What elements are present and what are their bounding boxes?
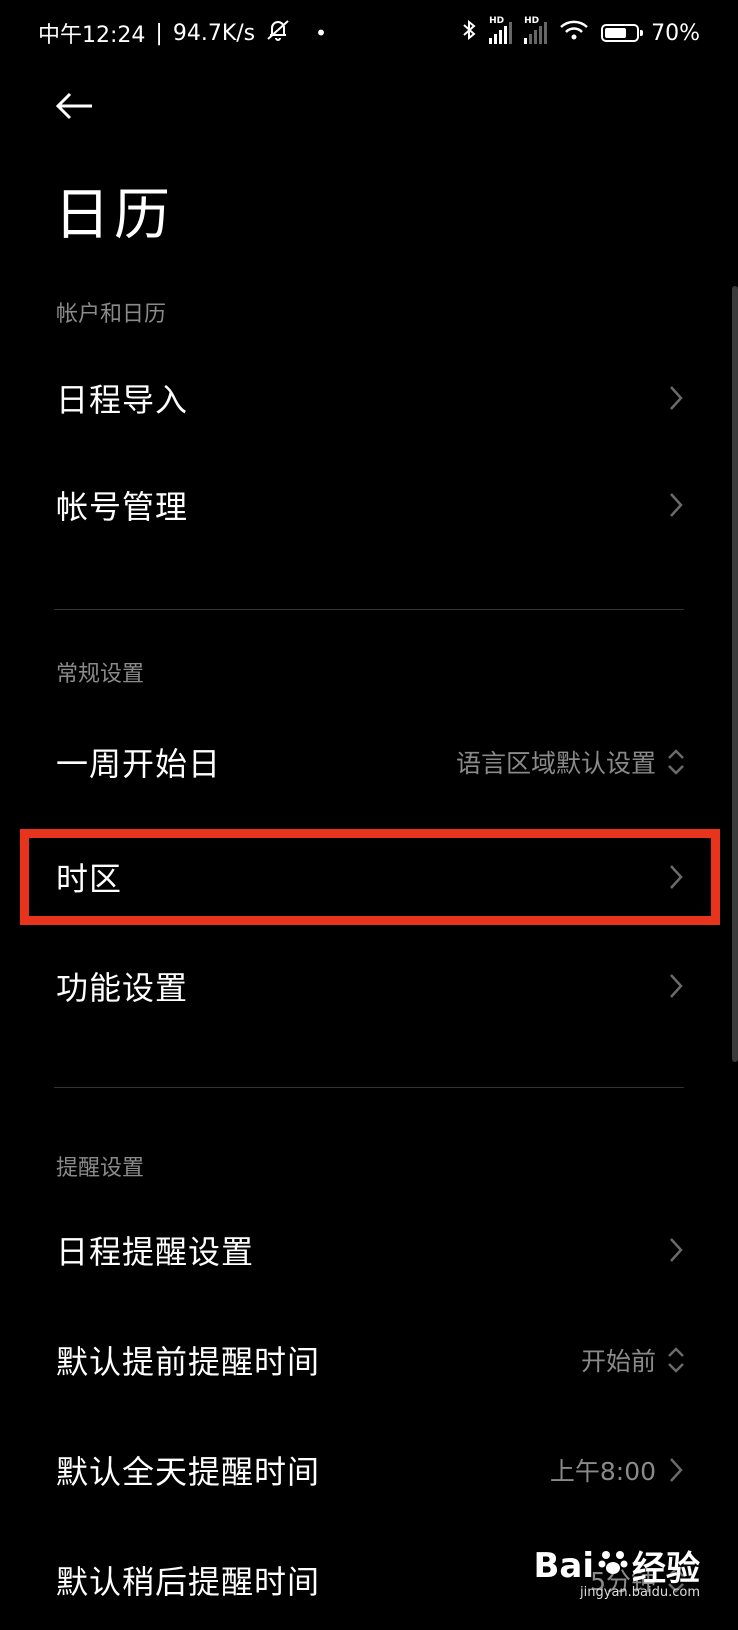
status-dot: • bbox=[315, 21, 327, 45]
chevron-right-icon bbox=[666, 972, 686, 1000]
page-title: 日历 bbox=[54, 183, 174, 248]
status-bar: 中午12:24 | 94.7K/s • HD HD 70% bbox=[0, 0, 738, 66]
status-right: HD HD 70% bbox=[461, 16, 700, 48]
status-left: 中午12:24 | 94.7K/s • bbox=[38, 17, 327, 49]
row-week-start[interactable]: 一周开始日 语言区域默认设置 bbox=[0, 712, 738, 812]
watermark-text: 经验 bbox=[632, 1549, 700, 1589]
hd-label-2: HD bbox=[524, 16, 540, 26]
row-label: 默认稍后提醒时间 bbox=[56, 1563, 321, 1601]
scrollbar[interactable] bbox=[732, 286, 738, 1062]
watermark-logo: Bai bbox=[533, 1545, 594, 1586]
network-speed: 94.7K/s bbox=[172, 20, 256, 46]
bluetooth-icon bbox=[461, 18, 477, 48]
updown-chevron-icon bbox=[666, 1346, 686, 1374]
row-account-management[interactable]: 帐号管理 bbox=[0, 455, 738, 555]
section-divider bbox=[54, 609, 684, 610]
chevron-right-icon bbox=[666, 491, 686, 519]
row-label: 日程导入 bbox=[56, 381, 189, 419]
section-header-accounts: 帐户和日历 bbox=[56, 302, 167, 327]
paw-icon bbox=[598, 1546, 628, 1586]
hd-label: HD bbox=[489, 16, 505, 26]
baidu-watermark: Bai 经验 jingyan.baidu.com bbox=[533, 1541, 700, 1601]
row-default-advance-reminder[interactable]: 默认提前提醒时间 开始前 bbox=[0, 1310, 738, 1410]
section-header-reminders: 提醒设置 bbox=[56, 1156, 145, 1181]
chevron-right-icon bbox=[666, 1456, 686, 1484]
row-label: 功能设置 bbox=[56, 969, 189, 1007]
wifi-icon bbox=[559, 19, 589, 47]
row-feature-settings[interactable]: 功能设置 bbox=[0, 936, 738, 1036]
mute-bell-icon bbox=[265, 18, 291, 48]
status-separator: | bbox=[155, 20, 163, 46]
row-label: 日程提醒设置 bbox=[56, 1233, 255, 1271]
highlight-box bbox=[20, 829, 720, 925]
battery-percent: 70% bbox=[651, 20, 700, 46]
watermark-url: jingyan.baidu.com bbox=[580, 1585, 700, 1600]
row-label: 默认提前提醒时间 bbox=[56, 1343, 321, 1381]
battery-icon bbox=[601, 24, 644, 42]
row-label: 默认全天提醒时间 bbox=[56, 1453, 321, 1491]
row-value: 上午8:00 bbox=[549, 1457, 656, 1486]
row-label: 一周开始日 bbox=[56, 745, 222, 783]
row-schedule-import[interactable]: 日程导入 bbox=[0, 348, 738, 448]
back-arrow-icon[interactable] bbox=[50, 82, 98, 130]
section-header-general: 常规设置 bbox=[56, 662, 145, 687]
row-default-allday-reminder[interactable]: 默认全天提醒时间 上午8:00 bbox=[0, 1420, 738, 1520]
row-schedule-reminder[interactable]: 日程提醒设置 bbox=[0, 1200, 738, 1300]
row-value: 语言区域默认设置 bbox=[455, 749, 656, 778]
signal-icon: HD bbox=[489, 16, 513, 44]
updown-chevron-icon bbox=[666, 748, 686, 776]
status-time: 中午12:24 bbox=[38, 23, 146, 48]
row-value: 开始前 bbox=[580, 1347, 656, 1376]
section-divider bbox=[54, 1087, 684, 1088]
chevron-right-icon bbox=[666, 1236, 686, 1264]
row-label: 帐号管理 bbox=[56, 488, 189, 526]
signal-icon-2: HD bbox=[524, 16, 548, 44]
chevron-right-icon bbox=[666, 384, 686, 412]
